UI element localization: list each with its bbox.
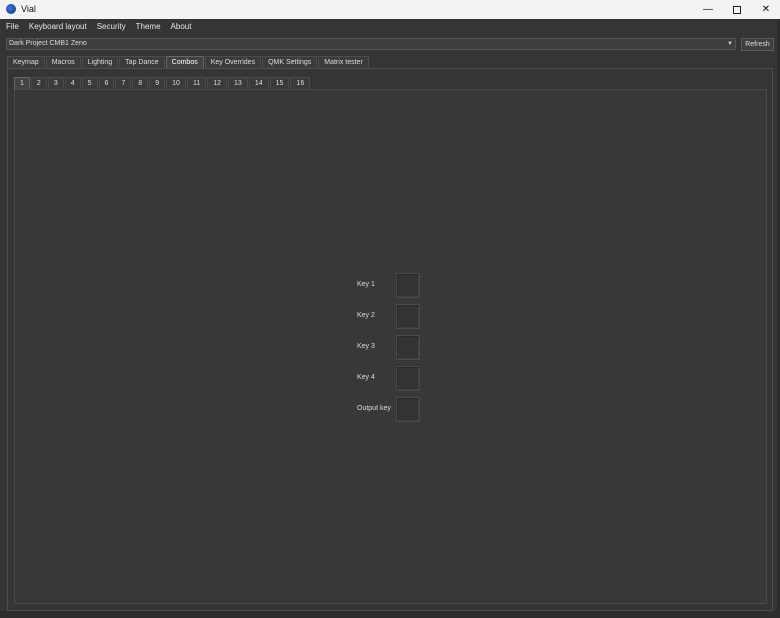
- key-3-label: Key 3: [357, 343, 375, 350]
- maximize-icon: [733, 5, 741, 14]
- title-bar: Vial — ✕: [0, 0, 780, 19]
- key-4-label: Key 4: [357, 374, 375, 381]
- combo-tab-9[interactable]: 9: [149, 77, 166, 89]
- menu-keyboard-layout[interactable]: Keyboard layout: [25, 22, 91, 31]
- combo-editor: [14, 89, 767, 604]
- key-1-button[interactable]: [396, 273, 420, 298]
- combo-tab-10[interactable]: 10: [166, 77, 186, 89]
- vial-logo-icon: [6, 4, 16, 14]
- combo-tab-11[interactable]: 11: [186, 77, 207, 89]
- window-bottom-edge: [0, 611, 780, 618]
- combo-tab-3[interactable]: 3: [47, 77, 64, 89]
- combo-tab-7[interactable]: 7: [115, 77, 132, 89]
- combo-tab-5[interactable]: 5: [81, 77, 98, 89]
- key-3-button[interactable]: [396, 335, 420, 360]
- close-button[interactable]: ✕: [751, 0, 780, 19]
- menu-security[interactable]: Security: [93, 22, 130, 31]
- combo-tab-6[interactable]: 6: [98, 77, 115, 89]
- refresh-button[interactable]: Refresh: [741, 38, 774, 51]
- combo-tab-bar: 1 2 3 4 5 6 7 8 9 10 11 12 13 14 15 16: [14, 77, 311, 89]
- combo-tab-13[interactable]: 13: [228, 77, 248, 89]
- device-select-value: Dark Project CMB1 Zeno: [9, 40, 87, 47]
- device-select[interactable]: Dark Project CMB1 Zeno ▼: [6, 38, 736, 50]
- combo-tab-14[interactable]: 14: [248, 77, 269, 89]
- menu-theme[interactable]: Theme: [132, 22, 165, 31]
- combo-tab-15[interactable]: 15: [269, 77, 290, 89]
- combo-tab-12[interactable]: 12: [207, 77, 228, 89]
- key-4-button[interactable]: [396, 366, 420, 391]
- output-key-button[interactable]: [396, 397, 420, 422]
- key-2-button[interactable]: [396, 304, 420, 329]
- window-title: Vial: [21, 4, 36, 14]
- key-2-label: Key 2: [357, 312, 375, 319]
- combo-tab-8[interactable]: 8: [132, 77, 149, 89]
- key-1-label: Key 1: [357, 281, 375, 288]
- combo-tab-2[interactable]: 2: [30, 77, 47, 89]
- minimize-icon: —: [703, 4, 713, 15]
- maximize-button[interactable]: [722, 0, 752, 19]
- output-key-label: Output key: [357, 405, 391, 412]
- menu-bar: File Keyboard layout Security Theme Abou…: [0, 19, 780, 33]
- menu-file[interactable]: File: [2, 22, 23, 31]
- menu-about[interactable]: About: [167, 22, 196, 31]
- chevron-down-icon: ▼: [727, 41, 733, 47]
- minimize-button[interactable]: —: [693, 0, 723, 19]
- close-icon: ✕: [761, 4, 771, 15]
- combo-tab-1[interactable]: 1: [14, 77, 30, 89]
- combo-tab-16[interactable]: 16: [290, 77, 311, 89]
- combo-tab-4[interactable]: 4: [64, 77, 81, 89]
